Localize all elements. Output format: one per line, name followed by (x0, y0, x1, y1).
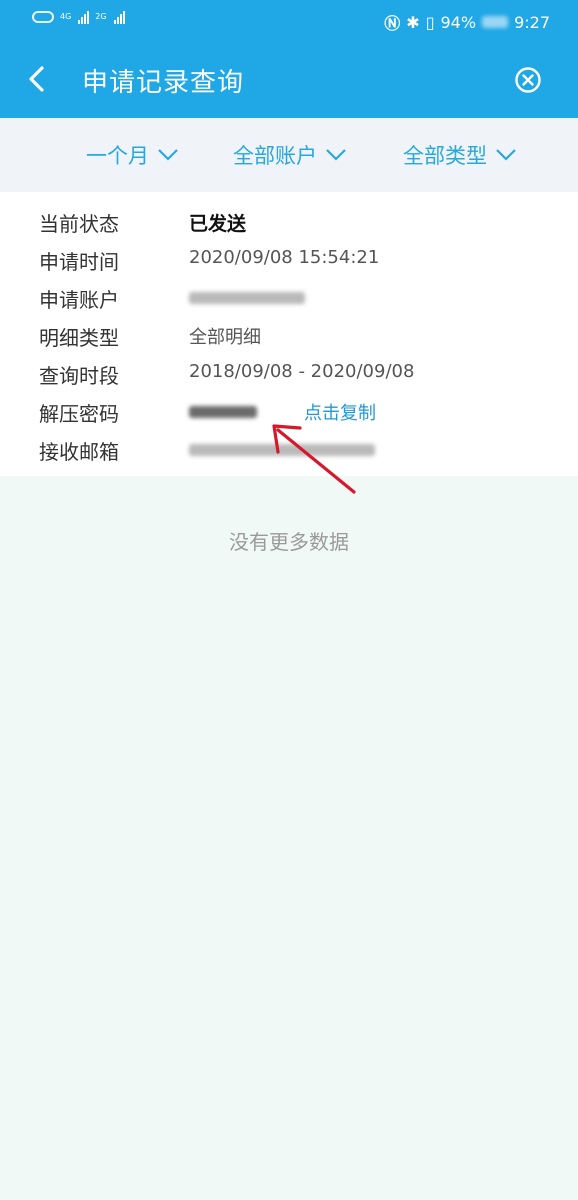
status-value: 已发送 (189, 213, 247, 235)
bluetooth-icon: ✱ (406, 12, 420, 32)
filter-period-dropdown[interactable]: 一个月 (86, 140, 179, 170)
period-value: 2018/09/08 - 2020/09/08 (189, 361, 415, 382)
close-circle-icon[interactable] (514, 66, 542, 94)
status-bar: 4G 2G Ⓝ ✱ ▯ 94% 9:27 (0, 0, 578, 40)
email-label: 接收邮箱 (39, 440, 119, 464)
account-label: 申请账户 (39, 288, 119, 312)
filter-account-label: 全部账户 (233, 144, 317, 168)
clock: 9:27 (514, 12, 550, 32)
time-value: 2020/09/08 15:54:21 (189, 247, 380, 268)
account-row: 申请账户 (0, 278, 578, 316)
filter-type-label: 全部类型 (403, 144, 487, 168)
battery-icon (482, 16, 509, 28)
time-row: 申请时间 2020/09/08 15:54:21 (0, 240, 578, 278)
status-right: Ⓝ ✱ ▯ 94% 9:27 (384, 10, 550, 34)
account-value-redacted (189, 285, 305, 306)
battery-percent: 94% (440, 12, 477, 32)
nfc-icon: Ⓝ (384, 14, 401, 33)
annotation-arrow-icon (272, 424, 356, 494)
signal-icon (78, 10, 90, 24)
status-row: 当前状态 已发送 (0, 202, 578, 240)
filter-period-label: 一个月 (86, 144, 149, 168)
status-left: 4G 2G (32, 10, 125, 24)
detail-type-row: 明细类型 全部明细 (0, 316, 578, 354)
password-label: 解压密码 (39, 402, 119, 426)
detail-type-value: 全部明细 (189, 327, 261, 348)
chevron-left-icon[interactable] (24, 64, 52, 94)
status-label: 当前状态 (39, 212, 119, 236)
chevron-down-icon (496, 149, 516, 161)
filter-account-dropdown[interactable]: 全部账户 (233, 140, 347, 170)
signal-icon-2 (113, 10, 125, 24)
no-more-data-text: 没有更多数据 (229, 530, 349, 554)
filter-bar: 一个月 全部账户 全部类型 (0, 118, 578, 192)
time-label: 申请时间 (39, 250, 119, 274)
chevron-down-icon (326, 149, 346, 161)
chevron-down-icon (158, 149, 178, 161)
network-label-1: 4G (60, 12, 72, 21)
title-bar: 申请记录查询 (0, 40, 578, 118)
vibrate-icon: ▯ (425, 12, 435, 32)
password-value-redacted (189, 399, 257, 420)
period-label: 查询时段 (39, 364, 119, 388)
hd-call-icon (32, 11, 54, 23)
filter-type-dropdown[interactable]: 全部类型 (403, 140, 517, 170)
network-label-2: 2G (95, 12, 107, 21)
detail-type-label: 明细类型 (39, 326, 119, 350)
page-title: 申请记录查询 (82, 68, 245, 98)
period-row: 查询时段 2018/09/08 - 2020/09/08 (0, 354, 578, 392)
